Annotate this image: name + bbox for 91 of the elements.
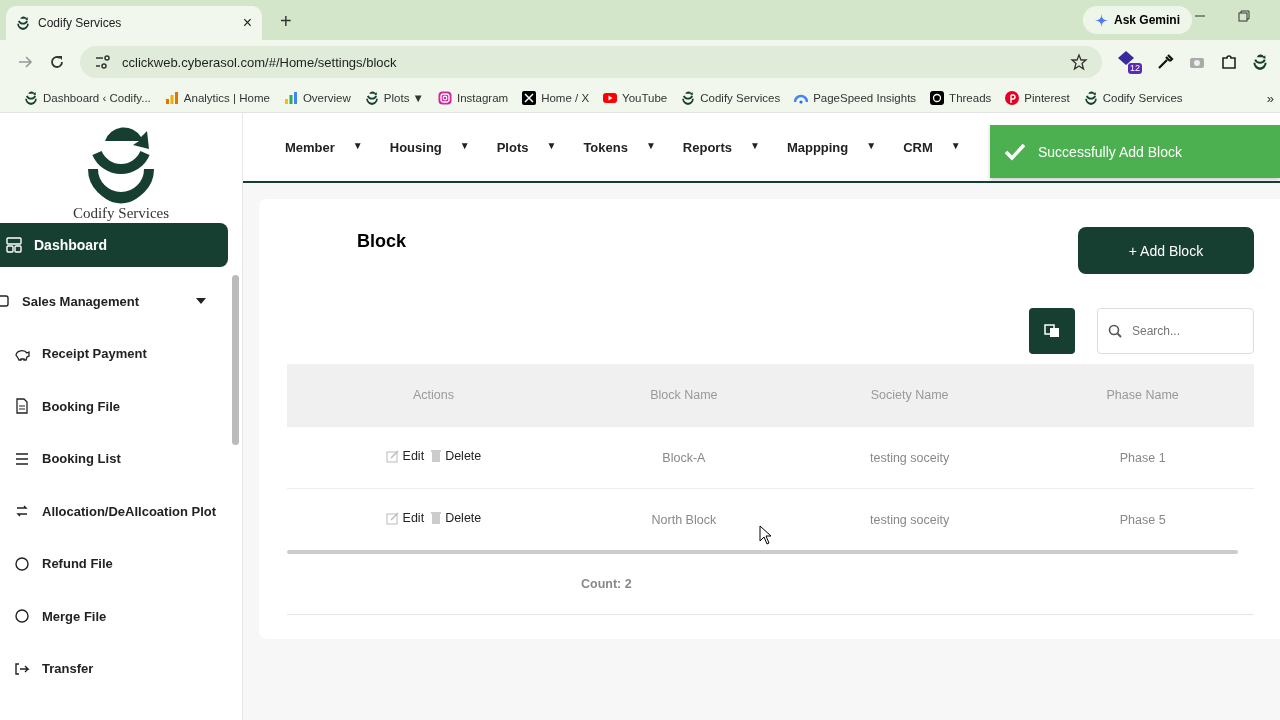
column-header: Block Name [579,364,788,427]
sidebar-item[interactable]: Transfer [0,642,228,695]
address-bar[interactable]: cclickweb.cyberasol.com/#/Home/settings/block [80,46,1102,78]
camera-icon [438,91,452,105]
browser-tab[interactable]: Codify Services × [6,6,262,40]
logo-icon [24,91,38,105]
x-icon [522,91,537,105]
sidebar-item[interactable]: Merge File [0,590,228,643]
trash-icon [430,511,443,525]
bookmark[interactable]: Pinterest [1005,91,1070,105]
logo-icon [364,91,379,105]
menu-item[interactable]: Plots ▼ [496,139,557,155]
more-bookmarks-button[interactable]: » [1266,90,1274,106]
delete-button[interactable]: Delete [430,449,482,463]
edit-icon [385,511,400,525]
sidebar-item[interactable]: Sales Management [0,275,228,328]
bookmark[interactable]: Plots ▼ [364,91,424,105]
at-sign-icon [930,91,945,105]
sparkle-icon [1094,13,1108,27]
pin-icon [1005,91,1020,105]
bookmark[interactable]: PageSpeed Insights [794,91,917,105]
bookmark[interactable]: YouTube [603,91,668,105]
bookmark[interactable]: Analytics | Home [164,91,270,105]
puzzle-icon[interactable] [1220,53,1238,71]
grid-icon [6,237,22,253]
site-settings-icon[interactable] [94,53,112,71]
sidebar-item[interactable]: Dashboard [0,223,228,267]
bar-chart-icon [283,91,298,105]
transfer-icon [14,660,30,677]
bookmark[interactable]: Threads [930,91,992,105]
search-field[interactable]: Search... [1097,308,1254,354]
url-text: cclickweb.cyberasol.com/#/Home/settings/block [122,54,398,70]
logo-text: Codify Services [72,205,170,222]
menu-item[interactable]: Reports ▼ [682,139,760,155]
menu-item[interactable]: CRM ▼ [903,139,961,155]
page-title: Block [357,231,407,252]
circle-icon [14,555,30,572]
restore-icon[interactable] [1238,10,1250,22]
close-tab-button[interactable]: × [242,14,252,32]
bookmark[interactable]: Instagram [438,91,509,105]
play-icon [603,91,618,105]
sidebar-item[interactable]: Receipt Payment [0,327,228,380]
column-header: Phase Name [1031,364,1254,427]
sidebar-item[interactable]: Refund File [0,537,228,590]
table-cell: Phase 1 [1031,426,1254,489]
add-block-button[interactable]: + Add Block [1078,227,1254,274]
profile-icon [1252,54,1268,70]
tab-title: Codify Services [38,16,123,30]
search-icon [1108,324,1122,338]
edit-button[interactable]: Edit [385,449,425,463]
copy-icon [1044,323,1060,339]
new-tab-button[interactable]: + [274,9,298,34]
row-count: Count: 2 [581,577,632,591]
bookmark[interactable]: Dashboard ‹ Codify... [24,91,151,105]
sidebar-item[interactable]: Allocation/DeAllcoation Plot [0,485,228,538]
table-cell: testing soceity [787,426,1032,489]
eyedropper-icon[interactable] [1156,53,1174,71]
menu-item[interactable]: Housing ▼ [389,139,470,155]
bookmark[interactable]: Home / X [522,91,590,105]
sidebar-item[interactable]: Booking List [0,432,228,485]
toast-message: Successfully Add Block [1038,143,1182,160]
file-icon [14,398,30,415]
logo-icon [1083,91,1098,105]
bookmark[interactable]: Codify Services [681,91,781,105]
caret-icon[interactable] [196,298,206,305]
trash-icon [430,449,443,463]
ask-gemini-button[interactable]: Ask Gemini [1082,6,1192,34]
table-cell: Block-A [579,426,788,489]
menu-item[interactable]: Tokens ▼ [583,139,656,155]
logo-icon [681,91,696,105]
circle-icon [14,608,30,625]
edit-icon [385,449,400,463]
reload-icon[interactable] [48,53,66,71]
scrollbar[interactable] [287,550,1238,554]
column-header: Society Name [787,364,1032,427]
check-icon [1004,142,1026,161]
bookmark[interactable]: Codify Services [1083,91,1183,105]
list-icon [14,450,30,467]
column-header: Actions [287,364,580,427]
sidebar-item[interactable]: Booking File [0,380,228,433]
menu-item[interactable]: Mappping ▼ [786,139,877,155]
bookmark[interactable]: Overview [283,91,351,105]
bar-chart-icon [164,91,179,105]
star-icon[interactable] [1070,53,1088,71]
menu-item[interactable]: Member ▼ [285,139,363,155]
cursor-icon [759,525,773,545]
logo-icon [16,16,30,30]
columns-button[interactable] [1029,308,1075,354]
scrollbar[interactable] [232,275,239,445]
edit-button[interactable]: Edit [385,511,425,525]
delete-button[interactable]: Delete [430,511,482,525]
